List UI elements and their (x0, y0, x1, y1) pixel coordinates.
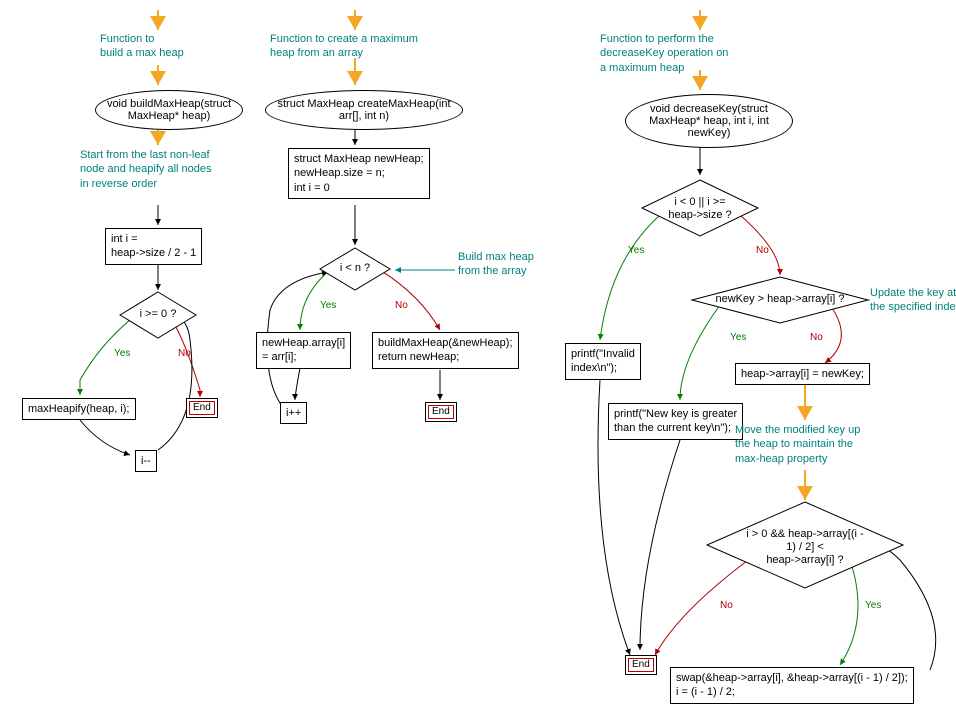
comment-heapify-order: Start from the last non-leaf node and he… (80, 148, 212, 191)
process-key-greater: printf("New key is greater than the curr… (608, 403, 743, 440)
decision-text: newKey > heap->array[i] ? (690, 293, 870, 306)
comment-decreasekey: Function to perform the decreaseKey oper… (600, 32, 728, 75)
end-flow1: End (186, 398, 218, 418)
end-flow2: End (425, 402, 457, 422)
decision-text: i < 0 || i >= heap->size ? (640, 196, 760, 222)
decision-heap-property: i > 0 && heap->array[(i - 1) / 2] < heap… (705, 500, 905, 593)
terminal-text: struct MaxHeap createMaxHeap(int arr[], … (277, 98, 450, 122)
no-label: No (720, 600, 733, 611)
terminal-decreasekey: void decreaseKey(struct MaxHeap* heap, i… (625, 94, 793, 148)
comment-update-key: Update the key at the specified index (870, 286, 956, 315)
yes-label: Yes (320, 300, 336, 311)
decision-i-ge-0: i >= 0 ? (118, 290, 198, 343)
comment-build-heap: Function to build a max heap (100, 32, 184, 61)
no-label: No (178, 348, 191, 359)
decision-text: i > 0 && heap->array[(i - 1) / 2] < heap… (725, 528, 885, 568)
no-label: No (395, 300, 408, 311)
process-assign-newkey: heap->array[i] = newKey; (735, 363, 870, 385)
yes-label: Yes (865, 600, 881, 611)
decision-text: i >= 0 ? (118, 308, 198, 321)
comment-create-heap: Function to create a maximum heap from a… (270, 32, 418, 61)
terminal-text: void buildMaxHeap(struct MaxHeap* heap) (107, 98, 231, 122)
process-invalid-index: printf("Invalid index\n"); (565, 343, 641, 380)
yes-label: Yes (730, 332, 746, 343)
process-build-return: buildMaxHeap(&newHeap); return newHeap; (372, 332, 519, 369)
decision-i-lt-n: i < n ? (318, 246, 392, 295)
no-label: No (756, 245, 769, 256)
terminal-createmaxheap: struct MaxHeap createMaxHeap(int arr[], … (265, 90, 463, 130)
process-i-increment: i++ (280, 402, 307, 424)
comment-move-up: Move the modified key up the heap to mai… (735, 423, 860, 466)
decision-newkey-greater: newKey > heap->array[i] ? (690, 275, 870, 328)
no-label: No (810, 332, 823, 343)
process-i-decrement: i-- (135, 450, 157, 472)
process-copy-array: newHeap.array[i] = arr[i]; (256, 332, 351, 369)
process-newheap-init: struct MaxHeap newHeap; newHeap.size = n… (288, 148, 430, 199)
yes-label: Yes (114, 348, 130, 359)
yes-label: Yes (628, 245, 644, 256)
process-init-i: int i = heap->size / 2 - 1 (105, 228, 202, 265)
terminal-buildmaxheap: void buildMaxHeap(struct MaxHeap* heap) (95, 90, 243, 130)
comment-build-from-array: Build max heap from the array (458, 250, 534, 279)
process-swap: swap(&heap->array[i], &heap->array[(i - … (670, 667, 914, 704)
process-maxheapify: maxHeapify(heap, i); (22, 398, 136, 420)
decision-index-bounds: i < 0 || i >= heap->size ? (640, 178, 760, 241)
decision-text: i < n ? (318, 262, 392, 275)
end-flow3: End (625, 655, 657, 675)
terminal-text: void decreaseKey(struct MaxHeap* heap, i… (649, 103, 769, 139)
